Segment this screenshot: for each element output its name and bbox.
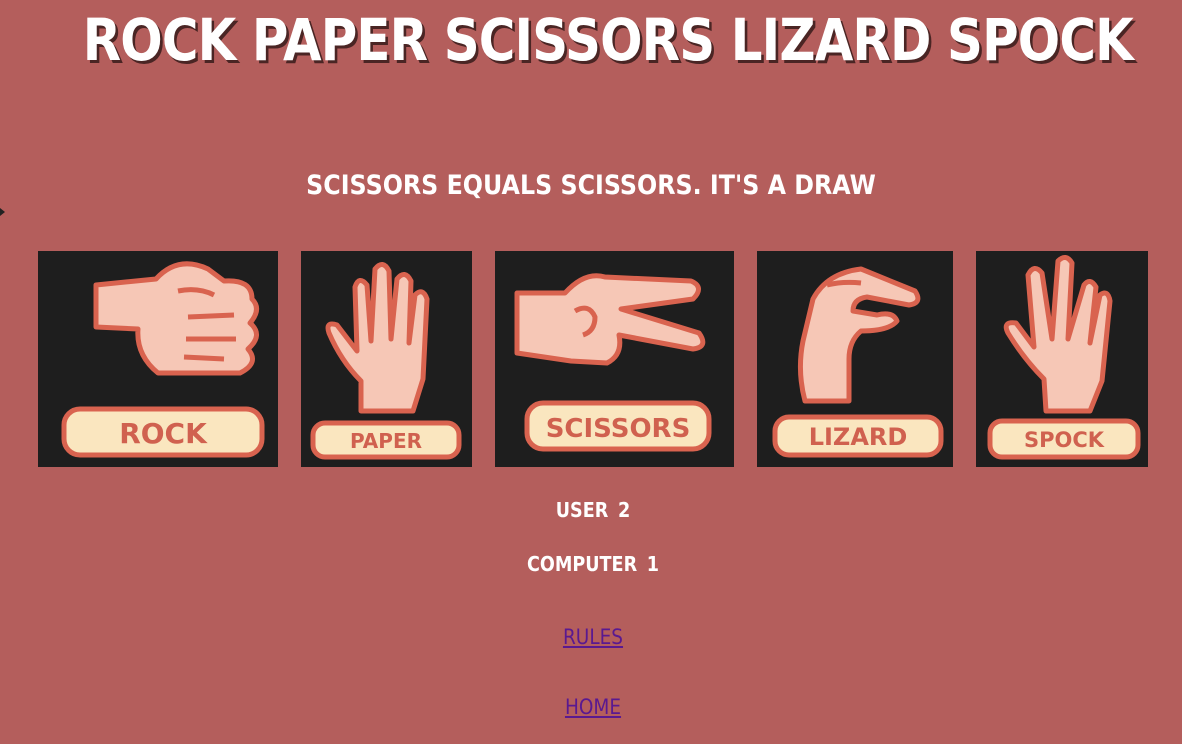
result-message: SCISSORS EQUALS SCISSORS. IT'S A DRAW	[306, 170, 876, 201]
paper-choice-button[interactable]: PAPER	[301, 251, 472, 467]
paper-hand-icon: PAPER	[310, 262, 462, 460]
computer-score-value: 1	[646, 552, 660, 576]
spock-choice-button[interactable]: SPOCK	[976, 251, 1148, 467]
rock-hand-icon: ROCK	[61, 261, 265, 458]
user-score-value: 2	[617, 498, 631, 522]
lizard-choice-button[interactable]: LIZARD	[757, 251, 953, 467]
rock-label: ROCK	[119, 417, 208, 450]
computer-score: COMPUTER 1	[71, 550, 1115, 578]
lizard-label: LIZARD	[809, 423, 908, 451]
lizard-hand-icon: LIZARD	[772, 266, 944, 458]
computer-score-label: COMPUTER	[526, 552, 638, 576]
user-score-label: USER	[555, 498, 609, 522]
spock-label: SPOCK	[1024, 428, 1105, 452]
user-score: USER 2	[71, 496, 1115, 524]
scissors-label: SCISSORS	[546, 414, 691, 444]
spock-hand-icon: SPOCK	[987, 255, 1141, 460]
scissors-choice-button[interactable]: SCISSORS	[495, 251, 734, 467]
rock-choice-button[interactable]: ROCK	[38, 251, 278, 467]
home-link[interactable]: HOME	[565, 695, 621, 719]
page-title: ROCK PAPER SCISSORS LIZARD SPOCK	[82, 6, 1134, 74]
home-link-wrapper: HOME	[71, 692, 1115, 722]
rules-link-wrapper: RULES	[71, 622, 1115, 652]
scissors-hand-icon: SCISSORS	[514, 273, 712, 452]
paper-label: PAPER	[350, 429, 422, 453]
rules-link[interactable]: RULES	[563, 625, 623, 649]
mouse-cursor-icon	[0, 208, 5, 216]
